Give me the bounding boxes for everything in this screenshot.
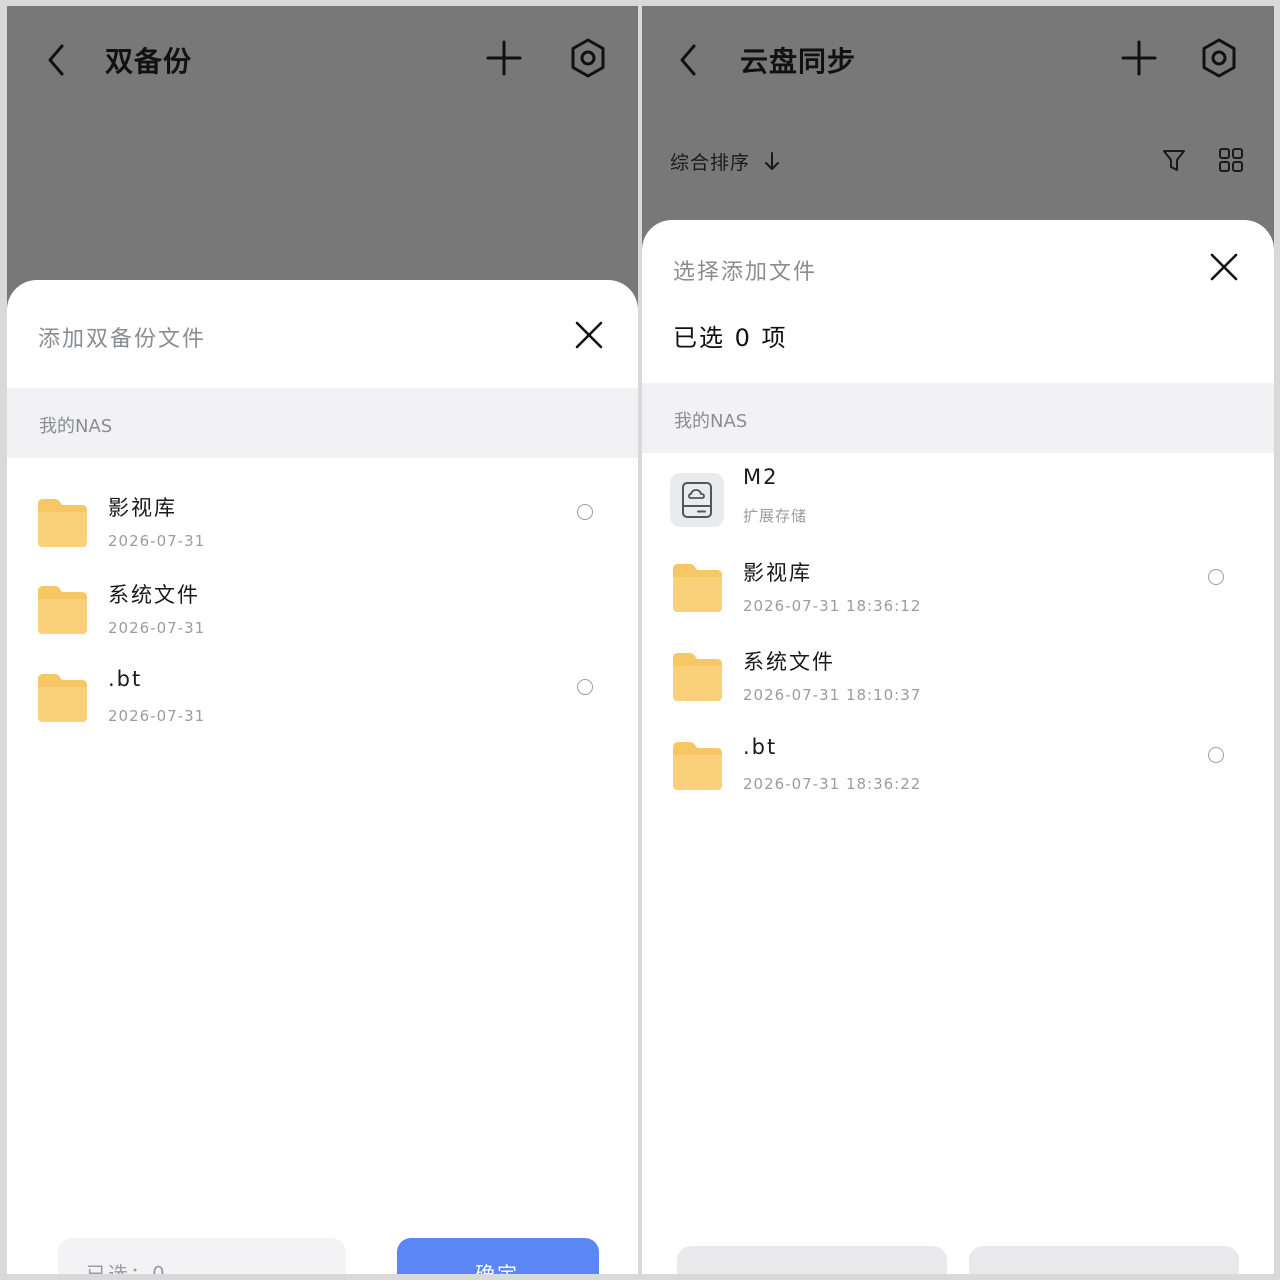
item-name: 系统文件	[108, 583, 200, 607]
cancel-button[interactable]	[677, 1246, 947, 1274]
folder-icon	[673, 742, 722, 790]
select-radio[interactable]	[1208, 569, 1224, 585]
list-item[interactable]: 系统文件 2026-07-31 18:10:37	[642, 630, 1274, 718]
settings-icon[interactable]	[1199, 36, 1239, 80]
add-icon[interactable]	[484, 38, 524, 78]
confirm-button[interactable]: 确定	[397, 1238, 599, 1274]
section-label: 我的NAS	[674, 411, 748, 432]
storage-item[interactable]: M2 扩展存储	[642, 453, 1274, 541]
confirm-button[interactable]	[969, 1246, 1239, 1274]
sheet-title: 选择添加文件	[673, 260, 818, 285]
folder-icon	[673, 564, 722, 612]
list-item[interactable]: .bt 2026-07-31	[7, 651, 638, 739]
sort-arrow-down-icon[interactable]	[762, 150, 782, 172]
item-date: 2026-07-31	[108, 619, 206, 637]
storage-name: M2	[743, 465, 779, 489]
grid-view-icon[interactable]	[1217, 146, 1245, 174]
selected-count-label: 已选：0	[86, 1262, 167, 1274]
page-title: 双备份	[105, 45, 193, 78]
folder-icon	[38, 674, 87, 722]
item-date: 2026-07-31 18:36:22	[743, 775, 922, 793]
item-name: .bt	[743, 735, 778, 759]
top-bar: 云盘同步	[642, 6, 1274, 116]
add-files-sheet: 添加双备份文件 我的NAS 影视库 2026-07-31 系统文件 2026-0…	[7, 280, 638, 1274]
folder-icon	[673, 653, 722, 701]
item-date: 2026-07-31	[108, 532, 206, 550]
back-arrow-icon[interactable]	[672, 40, 704, 80]
top-bar: 双备份	[7, 6, 638, 116]
select-radio[interactable]	[577, 679, 593, 695]
list-item[interactable]: 系统文件 2026-07-31	[7, 563, 638, 651]
folder-icon	[38, 586, 87, 634]
item-name: 影视库	[108, 496, 177, 520]
close-icon[interactable]	[1209, 252, 1239, 282]
add-icon[interactable]	[1119, 38, 1159, 78]
cloud-sync-screen: 云盘同步 综合排序 选择添加文件 已选 0 项 我的NAS M2 扩展存储 影视…	[642, 6, 1274, 1274]
close-icon[interactable]	[574, 320, 604, 350]
selected-count: 已选 0 项	[673, 324, 788, 352]
settings-icon[interactable]	[568, 36, 608, 80]
section-label: 我的NAS	[39, 416, 113, 437]
confirm-label: 确定	[475, 1262, 519, 1274]
select-files-sheet: 选择添加文件 已选 0 项 我的NAS M2 扩展存储 影视库 2026-07-…	[642, 220, 1274, 1274]
double-backup-screen: 双备份 添加双备份文件 我的NAS 影视库 2026-07-31 系统文件 20…	[7, 6, 638, 1274]
item-date: 2026-07-31	[108, 707, 206, 725]
filter-icon[interactable]	[1160, 146, 1188, 174]
storage-icon	[670, 473, 724, 527]
sheet-title: 添加双备份文件	[38, 327, 207, 352]
list-item[interactable]: .bt 2026-07-31 18:36:22	[642, 719, 1274, 807]
item-name: 影视库	[743, 561, 812, 585]
item-date: 2026-07-31 18:10:37	[743, 686, 922, 704]
list-item[interactable]: 影视库 2026-07-31	[7, 476, 638, 564]
item-name: .bt	[108, 667, 143, 691]
page-title: 云盘同步	[740, 45, 857, 78]
select-radio[interactable]	[577, 504, 593, 520]
section-header-my-nas: 我的NAS	[7, 388, 638, 458]
section-header-my-nas: 我的NAS	[642, 383, 1274, 453]
back-arrow-icon[interactable]	[40, 40, 72, 80]
item-date: 2026-07-31 18:36:12	[743, 597, 922, 615]
toolbar: 综合排序	[642, 134, 1274, 184]
folder-icon	[38, 499, 87, 547]
select-radio[interactable]	[1208, 747, 1224, 763]
list-item[interactable]: 影视库 2026-07-31 18:36:12	[642, 541, 1274, 629]
item-name: 系统文件	[743, 650, 835, 674]
selected-count-button[interactable]: 已选：0	[58, 1238, 346, 1274]
storage-subtitle: 扩展存储	[743, 507, 808, 525]
sort-button[interactable]: 综合排序	[670, 148, 750, 175]
